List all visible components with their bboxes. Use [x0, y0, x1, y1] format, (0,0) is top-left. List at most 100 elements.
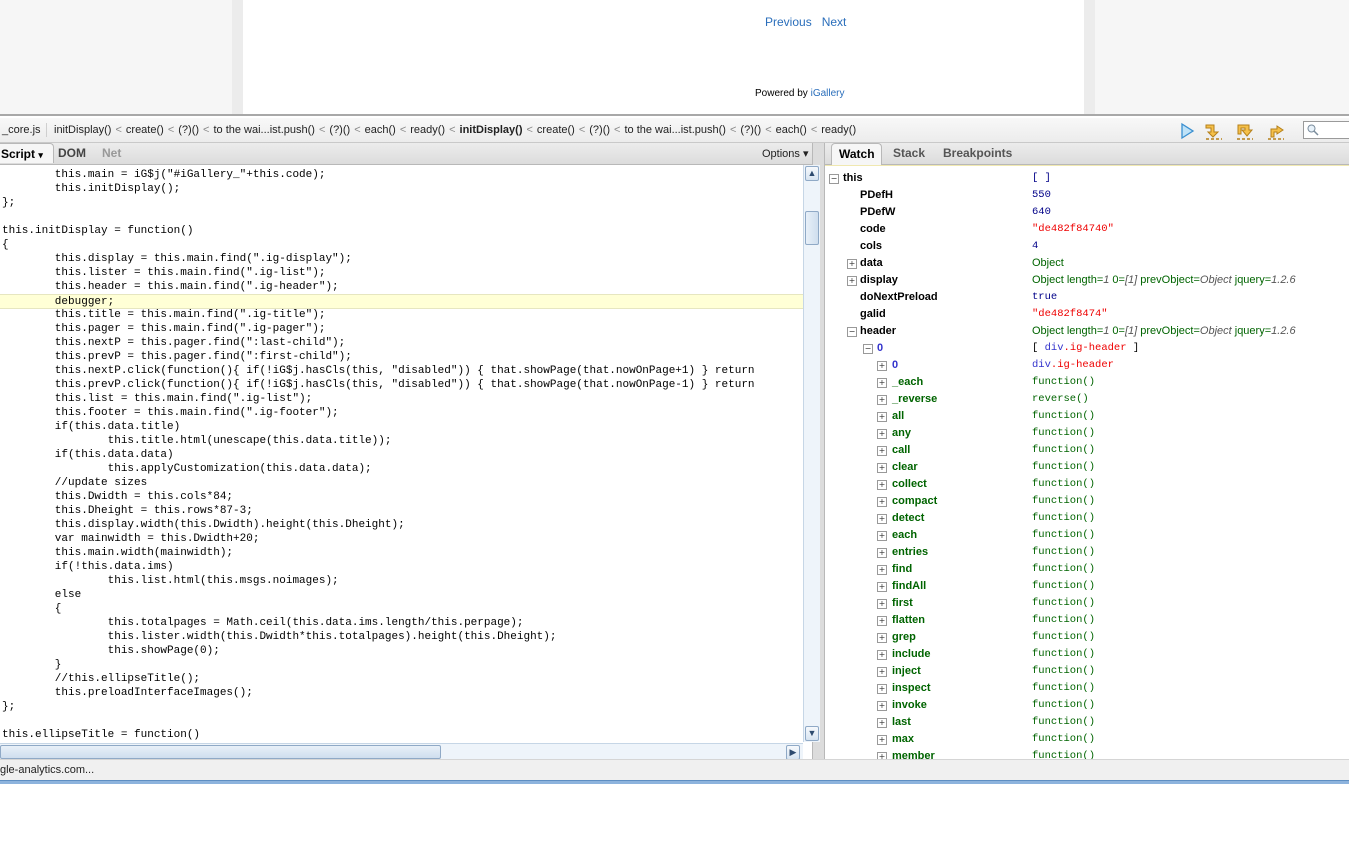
options-menu[interactable]: Options ▾	[762, 147, 809, 160]
watch-row[interactable]: + include function()	[825, 646, 1349, 663]
expand-icon[interactable]: +	[877, 446, 887, 456]
watch-row[interactable]: doNextPreload true	[825, 289, 1349, 306]
tab-net[interactable]: Net	[102, 146, 121, 160]
expand-icon[interactable]: +	[877, 735, 887, 745]
tab-dom[interactable]: DOM	[58, 146, 86, 160]
watch-row[interactable]: − header Object length=1 0=[1] prevObject=…	[825, 323, 1349, 340]
watch-row[interactable]: + clear function()	[825, 459, 1349, 476]
breadcrumb-item[interactable]: to the wai...ist.push()	[213, 124, 315, 136]
watch-row[interactable]: + any function()	[825, 425, 1349, 442]
breadcrumb-item[interactable]: each()	[776, 124, 807, 136]
watch-row[interactable]: + findAll function()	[825, 578, 1349, 595]
igallery-link[interactable]: iGallery	[811, 88, 845, 99]
watch-row[interactable]: − this [ ]	[825, 170, 1349, 187]
watch-row[interactable]: + grep function()	[825, 629, 1349, 646]
step-into-button[interactable]	[1235, 122, 1254, 140]
expand-icon[interactable]: +	[877, 514, 887, 524]
watch-row[interactable]: + data Object	[825, 255, 1349, 272]
watch-row[interactable]: cols 4	[825, 238, 1349, 255]
expand-icon[interactable]: +	[877, 599, 887, 609]
watch-row[interactable]: + _each function()	[825, 374, 1349, 391]
watch-row[interactable]: + invoke function()	[825, 697, 1349, 714]
search-input[interactable]	[1303, 121, 1349, 139]
expand-icon[interactable]: +	[877, 616, 887, 626]
scroll-right-button[interactable]: ▶	[786, 745, 800, 760]
expand-icon[interactable]: +	[847, 276, 857, 286]
vertical-scroll-thumb[interactable]	[805, 211, 819, 245]
breadcrumb-item[interactable]: initDisplay()	[54, 124, 111, 136]
step-over-button[interactable]	[1204, 122, 1222, 140]
previous-link[interactable]: Previous	[765, 15, 812, 29]
watch-row[interactable]: + first function()	[825, 595, 1349, 612]
breadcrumb-item[interactable]: initDisplay()	[460, 124, 523, 136]
step-out-button[interactable]	[1266, 122, 1284, 140]
breadcrumb-item[interactable]: create()	[126, 124, 164, 136]
expand-icon[interactable]: +	[877, 480, 887, 490]
continue-button[interactable]	[1178, 122, 1196, 140]
watch-row[interactable]: + compact function()	[825, 493, 1349, 510]
scroll-up-button[interactable]: ▲	[805, 166, 819, 181]
expand-icon[interactable]: +	[877, 531, 887, 541]
breadcrumb-item[interactable]: each()	[365, 124, 396, 136]
expand-icon[interactable]: +	[877, 412, 887, 422]
expand-icon[interactable]: +	[877, 684, 887, 694]
horizontal-scroll-thumb[interactable]	[0, 745, 441, 759]
tab-breakpoints[interactable]: Breakpoints	[943, 146, 1012, 160]
expand-icon[interactable]: +	[877, 701, 887, 711]
collapse-icon[interactable]: −	[863, 344, 873, 354]
expand-icon[interactable]: +	[877, 650, 887, 660]
script-source-view[interactable]: this.main = iG$j("#iGallery_"+this.code)…	[0, 165, 803, 743]
watch-row[interactable]: + max function()	[825, 731, 1349, 748]
next-link[interactable]: Next	[822, 15, 847, 29]
watch-row[interactable]: + last function()	[825, 714, 1349, 731]
expand-icon[interactable]: +	[847, 259, 857, 269]
collapse-icon[interactable]: −	[847, 327, 857, 337]
watch-row[interactable]: + detect function()	[825, 510, 1349, 527]
breadcrumb-item[interactable]: (?)()	[740, 124, 761, 136]
expand-icon[interactable]: +	[877, 497, 887, 507]
tab-watch[interactable]: Watch	[831, 143, 882, 165]
watch-row[interactable]: + _reverse reverse()	[825, 391, 1349, 408]
watch-row[interactable]: + flatten function()	[825, 612, 1349, 629]
watch-row[interactable]: + display Object length=1 0=[1] prevObject…	[825, 272, 1349, 289]
scroll-down-button[interactable]: ▼	[805, 726, 819, 741]
script-file-selector[interactable]: _core.js	[2, 124, 41, 136]
watch-row[interactable]: −0 [ div.ig-header ]	[825, 340, 1349, 357]
horizontal-scrollbar[interactable]: ▶	[0, 743, 803, 760]
breadcrumb-item[interactable]: ready()	[410, 124, 445, 136]
watch-row[interactable]: + call function()	[825, 442, 1349, 459]
watch-row[interactable]: +0 div.ig-header	[825, 357, 1349, 374]
watch-row[interactable]: + entries function()	[825, 544, 1349, 561]
expand-icon[interactable]: +	[877, 378, 887, 388]
watch-row[interactable]: PDefH 550	[825, 187, 1349, 204]
expand-icon[interactable]: +	[877, 633, 887, 643]
watch-row[interactable]: + collect function()	[825, 476, 1349, 493]
tab-stack[interactable]: Stack	[893, 146, 925, 160]
watch-row[interactable]: code "de482f84740"	[825, 221, 1349, 238]
expand-icon[interactable]: +	[877, 667, 887, 677]
watch-row[interactable]: galid "de482f8474"	[825, 306, 1349, 323]
breadcrumb-item[interactable]: (?)()	[589, 124, 610, 136]
watch-row[interactable]: + inject function()	[825, 663, 1349, 680]
tab-script[interactable]: Script ▾	[0, 143, 54, 163]
breadcrumb-item[interactable]: (?)()	[178, 124, 199, 136]
vertical-scrollbar[interactable]: ▲ ▼	[803, 165, 820, 742]
watch-row[interactable]: + find function()	[825, 561, 1349, 578]
expand-icon[interactable]: +	[877, 582, 887, 592]
expand-icon[interactable]: +	[877, 565, 887, 575]
watch-row[interactable]: + all function()	[825, 408, 1349, 425]
breadcrumb-item[interactable]: to the wai...ist.push()	[624, 124, 726, 136]
breadcrumb-item[interactable]: create()	[537, 124, 575, 136]
expand-icon[interactable]: +	[877, 548, 887, 558]
collapse-icon[interactable]: −	[829, 174, 839, 184]
watch-row[interactable]: PDefW 640	[825, 204, 1349, 221]
expand-icon[interactable]: +	[877, 395, 887, 405]
expand-icon[interactable]: +	[877, 718, 887, 728]
expand-icon[interactable]: +	[877, 463, 887, 473]
breadcrumb-item[interactable]: (?)()	[329, 124, 350, 136]
expand-icon[interactable]: +	[877, 361, 887, 371]
breadcrumb-item[interactable]: ready()	[821, 124, 856, 136]
expand-icon[interactable]: +	[877, 429, 887, 439]
watch-row[interactable]: + each function()	[825, 527, 1349, 544]
watch-row[interactable]: + inspect function()	[825, 680, 1349, 697]
